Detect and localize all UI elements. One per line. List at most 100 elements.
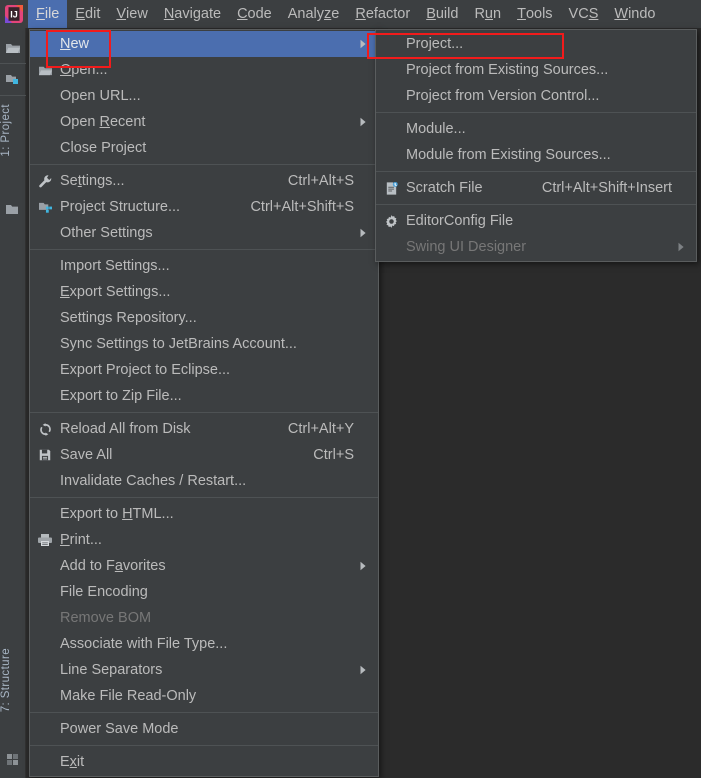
main-menu-bar: IJ File Edit View Navigate Code Analy z e Refact… <box>0 0 701 28</box>
sidebar-tab-project[interactable]: 1: Project <box>0 104 26 194</box>
reload-icon <box>30 422 60 437</box>
menu-item-label: Other Settings <box>60 225 153 241</box>
menubar-item-vcs[interactable]: VC S <box>561 0 607 28</box>
file-menu-item-file-encoding[interactable]: File Encoding <box>30 579 378 605</box>
folder-icon[interactable] <box>0 193 26 225</box>
menu-separator <box>30 412 378 413</box>
file-menu-item-export-to-zip-file[interactable]: Export to Zip File... <box>30 383 378 409</box>
new-submenu-item-module[interactable]: Module... <box>376 116 696 142</box>
menu-item-label: File Encoding <box>60 584 148 600</box>
file-menu-item-invalidate-caches-restart[interactable]: Invalidate Caches / Restart... <box>30 468 378 494</box>
menu-item-label: Open Recent <box>60 114 146 130</box>
menu-item-label: Export to Zip File... <box>60 388 182 404</box>
chevron-right-icon <box>672 242 690 252</box>
menubar-item-file[interactable]: File <box>28 0 68 28</box>
menubar-item-navigate[interactable]: Navigate <box>156 0 229 28</box>
file-menu-item-export-to-html[interactable]: Export to HTML... <box>30 501 378 527</box>
menu-item-label: Sync Settings to JetBrains Account... <box>60 336 297 352</box>
menu-separator <box>376 171 696 172</box>
new-submenu-popup: Project... Project from Existing Sources.… <box>375 29 697 262</box>
menu-item-label: Module from Existing Sources... <box>406 147 611 163</box>
file-menu-item-line-separators[interactable]: Line Separators <box>30 657 378 683</box>
menu-item-label: Settings Repository... <box>60 310 197 326</box>
menu-item-shortcut: Ctrl+S <box>313 447 354 463</box>
open-folder-icon[interactable] <box>0 32 26 64</box>
sidebar-tab-project-label: 1: Project <box>0 104 12 157</box>
menu-item-label: Settings... <box>60 173 125 189</box>
file-menu-item-project-structure[interactable]: Project Structure... Ctrl+Alt+Shift+S <box>30 194 378 220</box>
menu-item-label: Export Settings... <box>60 284 171 300</box>
new-submenu-item-module-from-existing-sources[interactable]: Module from Existing Sources... <box>376 142 696 168</box>
file-menu-item-save-all[interactable]: Save All Ctrl+S <box>30 442 378 468</box>
menu-item-label: Scratch File <box>406 180 483 196</box>
sidebar-tab-structure-label: 7: Structure <box>0 648 12 713</box>
menu-item-shortcut: Ctrl+Alt+Shift+S <box>250 199 354 215</box>
save-icon <box>30 448 60 462</box>
menu-separator <box>30 497 378 498</box>
gear-icon <box>376 214 406 229</box>
file-menu-item-power-save-mode[interactable]: Power Save Mode <box>30 716 378 742</box>
menubar-item-run[interactable]: Run <box>466 0 509 28</box>
file-menu-item-open-recent[interactable]: Open Recent <box>30 109 378 135</box>
menu-item-label: Close Project <box>60 140 147 156</box>
svg-text:IJ: IJ <box>10 9 18 19</box>
menu-item-shortcut: Ctrl+Alt+S <box>287 173 354 189</box>
menu-item-label: Reload All from Disk <box>60 421 191 437</box>
file-menu-item-export-settings[interactable]: Export Settings... <box>30 279 378 305</box>
menu-item-label: Add to Favorites <box>60 558 166 574</box>
file-menu-item-print[interactable]: Print... <box>30 527 378 553</box>
new-submenu-item-project-from-existing-sources[interactable]: Project from Existing Sources... <box>376 57 696 83</box>
wrench-icon <box>38 174 53 189</box>
menu-item-label: Open URL... <box>60 88 141 104</box>
menubar-item-tools[interactable]: Tools <box>509 0 560 28</box>
scratch-file-icon <box>384 181 399 196</box>
menu-item-label: Power Save Mode <box>60 721 179 737</box>
file-menu-item-other-settings[interactable]: Other Settings <box>30 220 378 246</box>
file-menu-item-close-project[interactable]: Close Project <box>30 135 378 161</box>
file-menu-item-open[interactable]: Open... <box>30 57 378 83</box>
file-menu-item-new[interactable]: New <box>30 31 378 57</box>
menu-item-label: Swing UI Designer <box>406 239 527 255</box>
file-menu-popup: New Open... Open URL... Open Recent Close Pr… <box>29 29 379 777</box>
sidebar-tab-structure[interactable]: 7: Structure <box>0 648 26 758</box>
menubar-item-refactor[interactable]: Refactor <box>347 0 418 28</box>
file-menu-item-import-settings[interactable]: Import Settings... <box>30 253 378 279</box>
file-menu-item-export-project-to-eclipse[interactable]: Export Project to Eclipse... <box>30 357 378 383</box>
menu-separator <box>30 712 378 713</box>
new-submenu-item-project[interactable]: Project... <box>376 31 696 57</box>
open-folder-icon <box>38 64 53 77</box>
menubar-item-analyze[interactable]: Analy z e <box>280 0 348 28</box>
file-menu-item-settings[interactable]: Settings... Ctrl+Alt+S <box>30 168 378 194</box>
new-submenu-item-scratch-file[interactable]: Scratch File Ctrl+Alt+Shift+Insert <box>376 175 696 201</box>
menu-item-label: Make File Read-Only <box>60 688 197 704</box>
file-menu-item-associate-with-file-type[interactable]: Associate with File Type... <box>30 631 378 657</box>
menu-item-label: Invalidate Caches / Restart... <box>60 473 247 489</box>
project-structure-icon[interactable] <box>0 64 26 96</box>
file-menu-item-open-url[interactable]: Open URL... <box>30 83 378 109</box>
file-menu-item-sync-settings-to-jetbrains-account[interactable]: Sync Settings to JetBrains Account... <box>30 331 378 357</box>
menu-separator <box>376 112 696 113</box>
file-menu-item-make-file-read-only[interactable]: Make File Read-Only <box>30 683 378 709</box>
menubar-item-build[interactable]: Build <box>418 0 466 28</box>
new-submenu-item-editorconfig-file[interactable]: EditorConfig File <box>376 208 696 234</box>
gear-icon <box>384 214 399 229</box>
menubar-item-view[interactable]: View <box>108 0 155 28</box>
new-submenu-item-project-from-version-control[interactable]: Project from Version Control... <box>376 83 696 109</box>
build-variants-icon[interactable] <box>0 743 26 775</box>
menu-item-shortcut: Ctrl+Alt+Y <box>287 421 354 437</box>
file-menu-item-add-to-favorites[interactable]: Add to Favorites <box>30 553 378 579</box>
left-tool-window-bar: 1: Project 7: Structure <box>0 28 26 778</box>
menu-item-label: Print... <box>60 532 102 548</box>
file-menu-item-settings-repository[interactable]: Settings Repository... <box>30 305 378 331</box>
chevron-right-icon <box>354 228 372 238</box>
file-menu-item-reload-all-from-disk[interactable]: Reload All from Disk Ctrl+Alt+Y <box>30 416 378 442</box>
project-structure-icon <box>38 201 53 214</box>
menubar-item-edit[interactable]: Edit <box>67 0 108 28</box>
chevron-right-icon <box>354 561 372 571</box>
menubar-item-code[interactable]: Code <box>229 0 280 28</box>
save-icon <box>38 448 52 462</box>
intellij-idea-logo-icon: IJ <box>0 0 28 28</box>
menu-separator <box>30 249 378 250</box>
menubar-item-windo[interactable]: Windo <box>606 0 663 28</box>
file-menu-item-exit[interactable]: Exit <box>30 749 378 775</box>
